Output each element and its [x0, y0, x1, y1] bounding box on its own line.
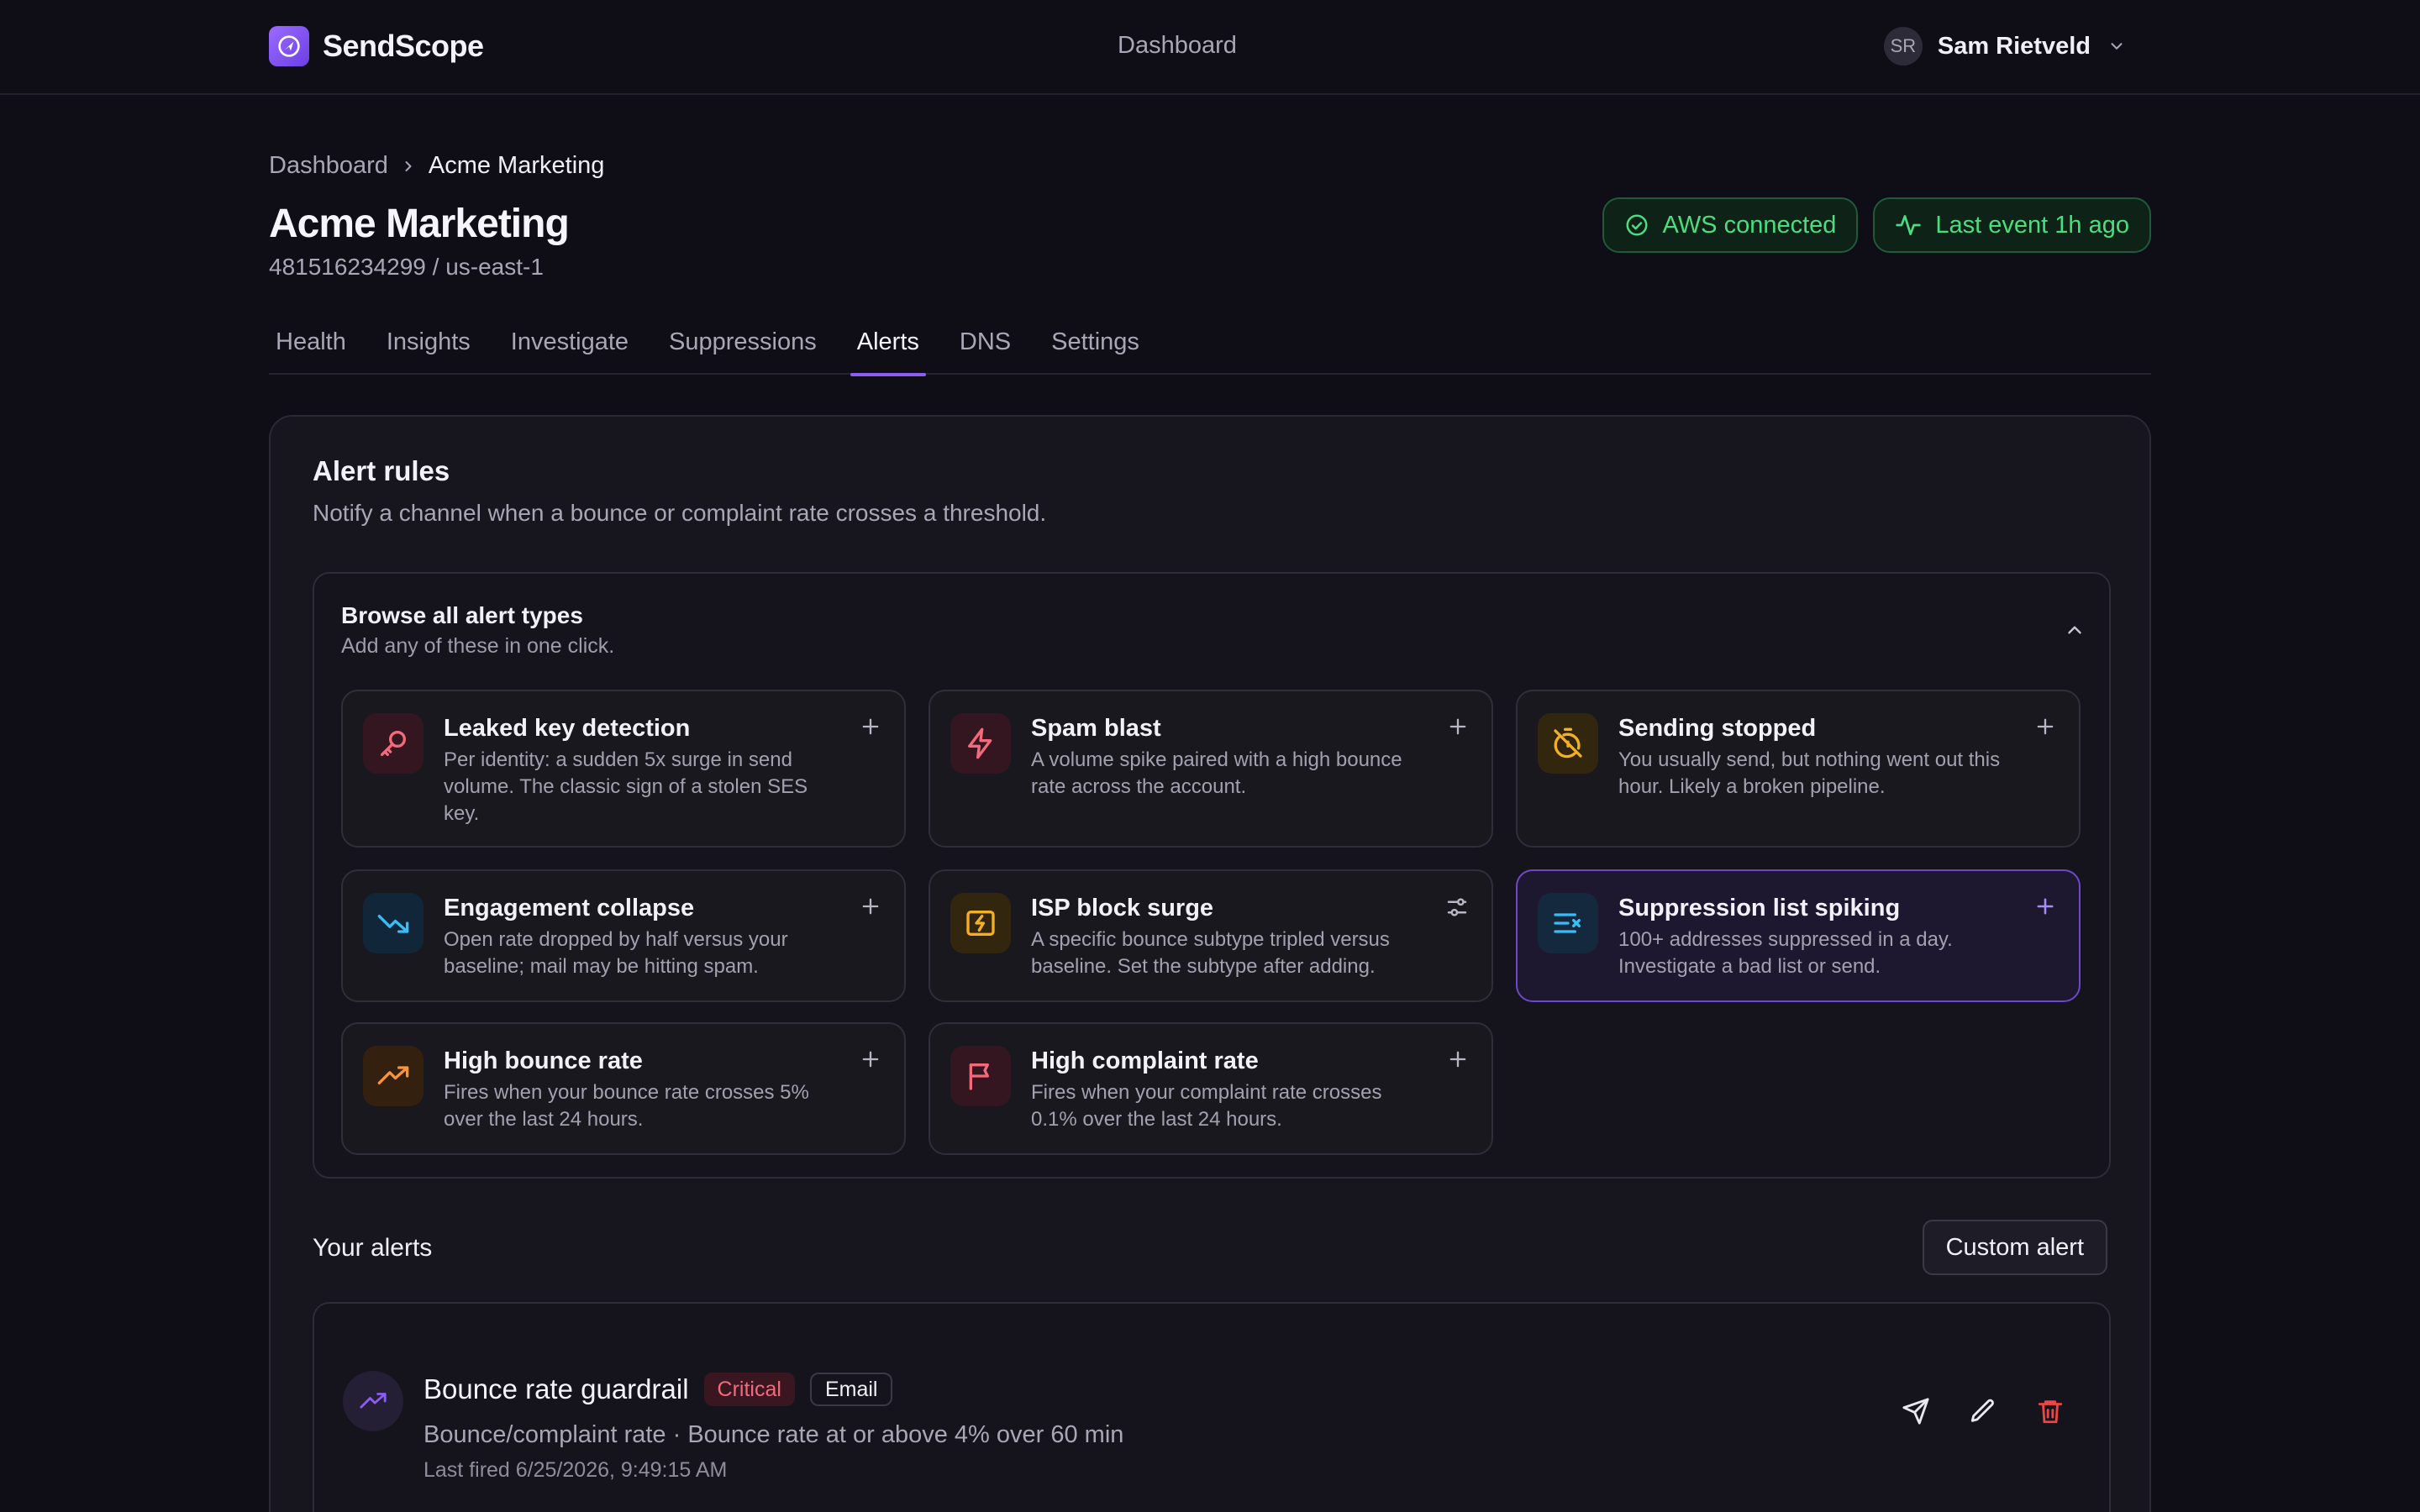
- alert-type-description: A volume spike paired with a high bounce…: [1031, 748, 1402, 798]
- your-alerts-title: Your alerts: [313, 1234, 433, 1262]
- tab-suppressions[interactable]: Suppressions: [662, 326, 823, 375]
- page-title: Acme Marketing: [269, 202, 570, 246]
- plus-icon[interactable]: [2033, 715, 2057, 738]
- tab-health[interactable]: Health: [269, 326, 353, 375]
- plus-icon[interactable]: [859, 1047, 882, 1071]
- flag-icon: [950, 1046, 1011, 1106]
- tab-bar: Health Insights Investigate Suppressions…: [269, 326, 2151, 376]
- chevron-up-icon[interactable]: [2064, 619, 2086, 641]
- brand-name: SendScope: [323, 29, 484, 63]
- breadcrumb: Dashboard Acme Marketing: [269, 152, 604, 180]
- alert-type-high-complaint-rate[interactable]: High complaint rate Fires when your comp…: [929, 1022, 1493, 1155]
- alert-type-description: A specific bounce subtype tripled versus…: [1031, 928, 1390, 978]
- bolt-icon: [950, 713, 1011, 774]
- alert-type-description: You usually send, but nothing went out t…: [1618, 748, 2001, 798]
- tab-dns[interactable]: DNS: [953, 326, 1018, 375]
- trending-up-icon: [343, 1371, 403, 1431]
- trash-icon[interactable]: [2025, 1386, 2075, 1436]
- trending-down-icon: [363, 893, 424, 953]
- timer-off-icon: [1538, 713, 1598, 774]
- alert-type-name: Engagement collapse: [444, 895, 695, 921]
- plus-icon[interactable]: [2033, 895, 2057, 918]
- brand[interactable]: SendScope: [269, 26, 484, 66]
- alert-rules-description: Notify a channel when a bounce or compla…: [313, 500, 1047, 526]
- alert-type-engagement-collapse[interactable]: Engagement collapse Open rate dropped by…: [341, 869, 906, 1002]
- alert-description: Bounce/complaint rate · Bounce rate at o…: [424, 1421, 1124, 1448]
- edit-icon[interactable]: [1958, 1386, 2008, 1436]
- last-event-label: Last event 1h ago: [1935, 211, 2129, 239]
- user-name: Sam Rietveld: [1937, 32, 2091, 60]
- alert-type-spam-blast[interactable]: Spam blast A volume spike paired with a …: [929, 690, 1493, 848]
- alert-rules-title: Alert rules: [313, 455, 450, 486]
- alert-actions: [1874, 1386, 2075, 1436]
- alert-type-description: 100+ addresses suppressed in a day. Inve…: [1618, 928, 1953, 978]
- trending-up-icon: [363, 1046, 424, 1106]
- nav-dashboard-link[interactable]: Dashboard: [1118, 32, 1237, 60]
- alert-type-description: Open rate dropped by half versus your ba…: [444, 928, 788, 978]
- status-pills: AWS connected Last event 1h ago: [1587, 197, 2151, 253]
- alert-type-sending-stopped[interactable]: Sending stopped You usually send, but no…: [1516, 690, 2081, 848]
- chevron-down-icon: [2107, 37, 2126, 55]
- zap-block-icon: [950, 893, 1011, 953]
- plus-icon[interactable]: [1446, 1047, 1470, 1071]
- alert-type-description: Per identity: a sudden 5x surge in send …: [444, 748, 808, 825]
- browse-title: Browse all alert types: [341, 602, 583, 628]
- tab-insights[interactable]: Insights: [380, 326, 477, 375]
- chevron-right-icon: [400, 158, 417, 175]
- channel-badge: Email: [809, 1373, 893, 1406]
- alert-type-description: Fires when your complaint rate crosses 0…: [1031, 1081, 1382, 1131]
- alert-row[interactable]: Bounce rate guardrail Critical Email Bou…: [313, 1302, 2111, 1512]
- aws-status-badge: AWS connected: [1602, 197, 1859, 253]
- alert-name-row: Bounce rate guardrail Critical Email: [424, 1373, 893, 1406]
- plus-icon[interactable]: [859, 895, 882, 918]
- alert-rules-card: Alert rules Notify a channel when a boun…: [269, 415, 2151, 1512]
- alert-type-suppression-spiking[interactable]: Suppression list spiking 100+ addresses …: [1516, 869, 2081, 1002]
- alert-type-isp-block-surge[interactable]: ISP block surge A specific bounce subtyp…: [929, 869, 1493, 1002]
- custom-alert-button[interactable]: Custom alert: [1922, 1220, 2107, 1275]
- account-region: 481516234299 / us-east-1: [269, 254, 544, 280]
- brand-logo-icon: [269, 26, 309, 66]
- alert-type-description: Fires when your bounce rate crosses 5% o…: [444, 1081, 809, 1131]
- activity-icon: [1896, 214, 1922, 235]
- check-circle-icon: [1626, 214, 1648, 236]
- send-test-icon[interactable]: [1891, 1386, 1941, 1436]
- breadcrumb-dashboard-link[interactable]: Dashboard: [269, 152, 388, 180]
- browse-description: Add any of these in one click.: [341, 634, 615, 658]
- avatar: SR: [1883, 27, 1923, 66]
- severity-badge: Critical: [703, 1373, 795, 1406]
- alert-type-name: ISP block surge: [1031, 895, 1214, 921]
- aws-status-label: AWS connected: [1662, 211, 1837, 239]
- plus-icon[interactable]: [1446, 715, 1470, 738]
- alert-last-fired: Last fired 6/25/2026, 9:49:15 AM: [424, 1458, 728, 1482]
- plus-icon[interactable]: [859, 715, 882, 738]
- top-bar: SendScope Dashboard SR Sam Rietveld: [0, 0, 2420, 95]
- sliders-icon[interactable]: [1444, 895, 1470, 920]
- alert-type-name: High bounce rate: [444, 1047, 643, 1074]
- alert-type-high-bounce-rate[interactable]: High bounce rate Fires when your bounce …: [341, 1022, 906, 1155]
- browse-alert-types-panel: Browse all alert types Add any of these …: [313, 572, 2111, 1179]
- user-menu[interactable]: SR Sam Rietveld: [1883, 27, 2126, 66]
- alert-type-name: Leaked key detection: [444, 715, 691, 742]
- alert-type-name: High complaint rate: [1031, 1047, 1259, 1074]
- alert-type-name: Suppression list spiking: [1618, 895, 1901, 921]
- alert-type-leaked-key[interactable]: Leaked key detection Per identity: a sud…: [341, 690, 906, 848]
- tab-settings[interactable]: Settings: [1044, 326, 1146, 375]
- alert-type-name: Sending stopped: [1618, 715, 1817, 742]
- key-icon: [363, 713, 424, 774]
- breadcrumb-current: Acme Marketing: [428, 152, 605, 179]
- alert-type-name: Spam blast: [1031, 715, 1161, 742]
- tab-alerts[interactable]: Alerts: [850, 326, 927, 376]
- tab-investigate[interactable]: Investigate: [504, 326, 635, 375]
- alert-name: Bounce rate guardrail: [424, 1373, 689, 1404]
- last-event-badge: Last event 1h ago: [1873, 197, 2151, 253]
- list-x-icon: [1538, 893, 1598, 953]
